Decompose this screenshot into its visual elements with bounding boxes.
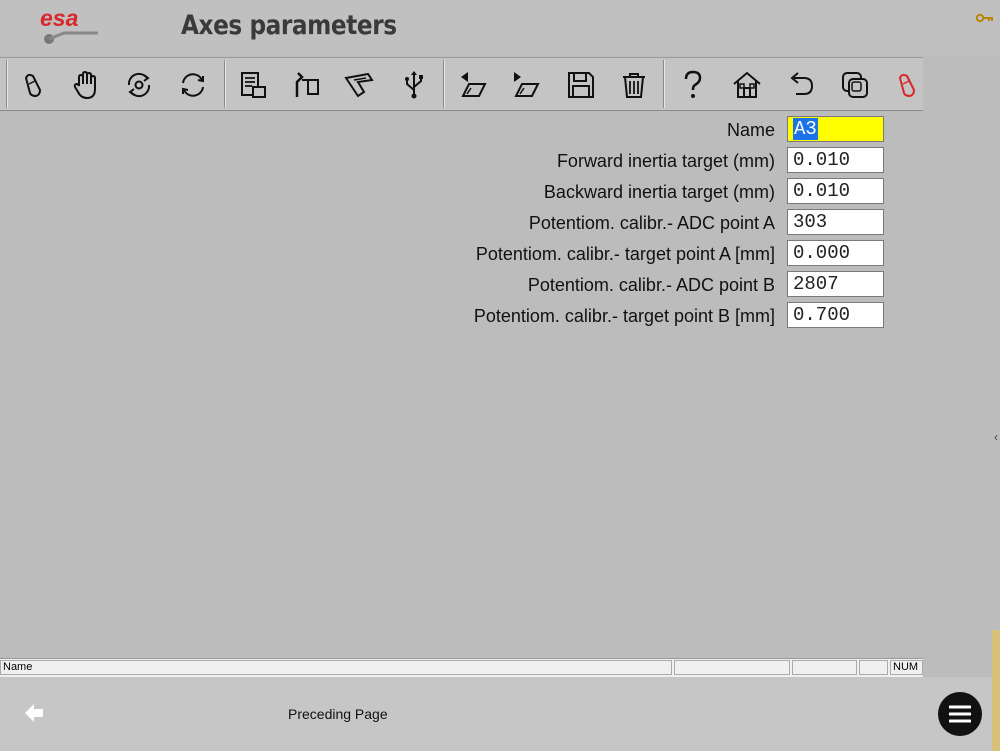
- field-label: Name: [726, 120, 775, 140]
- undo-icon[interactable]: [782, 66, 820, 104]
- form-row-adc-point-a: Potentiom. calibr.- ADC point A 303: [0, 207, 923, 237]
- target-point-a-field[interactable]: 0.000: [787, 240, 884, 266]
- tools-icon[interactable]: [287, 66, 325, 104]
- field-label: Potentiom. calibr.- ADC point B: [527, 275, 775, 295]
- next-icon[interactable]: [508, 66, 546, 104]
- form-row-adc-point-b: Potentiom. calibr.- ADC point B 2807: [0, 269, 923, 299]
- status-pane: [859, 660, 888, 675]
- field-label: Forward inertia target (mm): [556, 151, 775, 171]
- target-point-b-field[interactable]: 0.700: [787, 302, 884, 328]
- toolbar-separator: [663, 60, 665, 108]
- preceding-page-button[interactable]: Preceding Page: [288, 706, 388, 722]
- pen-tool-icon[interactable]: [13, 66, 51, 104]
- adc-point-b-field[interactable]: 2807: [787, 271, 884, 297]
- toolbar-separator: [224, 60, 226, 108]
- toolbar-separator: [443, 60, 445, 108]
- adc-point-a-field[interactable]: 303: [787, 209, 884, 235]
- usb-icon[interactable]: [395, 66, 433, 104]
- previous-icon[interactable]: [455, 66, 493, 104]
- toolbar: [0, 57, 923, 111]
- bottom-bar: [0, 677, 1000, 751]
- form-row-backward-inertia: Backward inertia target (mm) 0.010: [0, 176, 923, 206]
- form-row-target-point-b: Potentiom. calibr.- target point B [mm] …: [0, 300, 923, 330]
- selected-text[interactable]: A3: [793, 118, 818, 140]
- document-list-icon[interactable]: [234, 66, 272, 104]
- chevron-left-icon[interactable]: ‹: [994, 430, 998, 444]
- name-field[interactable]: A3: [787, 116, 884, 142]
- save-icon[interactable]: [562, 66, 600, 104]
- num-lock-indicator: NUM: [890, 660, 923, 675]
- header: [0, 0, 1000, 56]
- help-icon[interactable]: [674, 66, 712, 104]
- key-icon: [975, 10, 994, 23]
- back-arrow-icon[interactable]: [24, 702, 44, 724]
- toolbar-separator: [6, 60, 8, 108]
- background-strip: [992, 630, 1000, 751]
- red-tool-icon[interactable]: [888, 66, 923, 104]
- rotate-settings-icon[interactable]: [120, 66, 158, 104]
- delete-icon[interactable]: [615, 66, 653, 104]
- esa-logo: esa: [38, 5, 102, 48]
- status-pane: [792, 660, 857, 675]
- field-label: Potentiom. calibr.- ADC point A: [528, 213, 775, 233]
- home-icon[interactable]: [728, 66, 766, 104]
- press-tool-icon[interactable]: [340, 66, 378, 104]
- logo-text: esa: [40, 6, 79, 31]
- hamburger-icon: [949, 705, 971, 723]
- menu-button[interactable]: [938, 692, 982, 736]
- form-row-name: Name A3: [0, 114, 923, 144]
- status-bar: Name NUM: [0, 658, 923, 677]
- field-label: Potentiom. calibr.- target point A [mm]: [475, 244, 775, 264]
- backward-inertia-field[interactable]: 0.010: [787, 178, 884, 204]
- refresh-icon[interactable]: [174, 66, 212, 104]
- field-label: Potentiom. calibr.- target point B [mm]: [473, 306, 775, 326]
- form-row-forward-inertia: Forward inertia target (mm) 0.010: [0, 145, 923, 175]
- page-title: Axes parameters: [181, 10, 397, 41]
- form-row-target-point-a: Potentiom. calibr.- target point A [mm] …: [0, 238, 923, 268]
- status-field-name: Name: [0, 660, 672, 675]
- forward-inertia-field[interactable]: 0.010: [787, 147, 884, 173]
- copy-icon[interactable]: [836, 66, 874, 104]
- field-label: Backward inertia target (mm): [543, 182, 775, 202]
- hand-icon[interactable]: [67, 66, 105, 104]
- status-pane: [674, 660, 790, 675]
